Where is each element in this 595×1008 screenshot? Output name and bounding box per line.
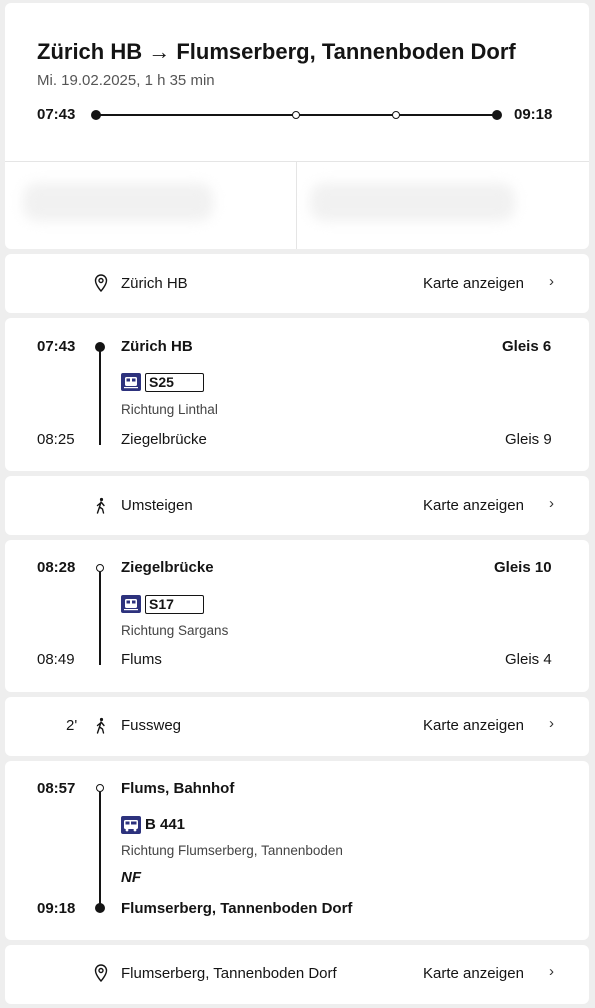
line-label: S25 [145,373,204,392]
transfer-map-link[interactable]: Karte anzeigen [423,497,524,514]
train-icon [121,373,141,391]
timeline-stop-dot [392,111,400,119]
leg-start-dot [96,564,104,572]
start-map-link[interactable]: Karte anzeigen [423,275,524,292]
leg-departure-stop: Zürich HB [121,338,193,355]
start-location-name: Zürich HB [121,275,188,292]
end-location-name: Flumserberg, Tannenboden Dorf [121,965,337,982]
leg-note: NF [121,869,141,886]
journey-arrival-time: 09:18 [514,106,553,123]
leg-departure-time: 08:28 [37,559,76,576]
line-label: B 441 [145,816,186,833]
end-map-link[interactable]: Karte anzeigen [423,965,524,982]
timeline-end-dot [492,110,502,120]
leg-line [99,572,101,665]
location-pin-icon [94,274,108,297]
leg-departure-time: 08:57 [37,780,76,797]
leg-direction: Richtung Flumserberg, Tannenboden [121,843,343,858]
leg-departure-platform: Gleis 10 [494,559,552,576]
blurred-action-left[interactable] [23,183,213,221]
journey-date-duration: Mi. 19.02.2025, 1 h 35 min [37,72,215,89]
walk-label: Fussweg [121,717,182,734]
journey-title: Zürich HB → Flumserberg, Tannenboden Dor… [37,39,516,64]
transfer-card[interactable]: Umsteigen Karte anzeigen › [5,476,589,535]
leg-arrival-platform: Gleis 4 [505,651,552,668]
leg-end-dot [95,903,105,913]
leg-departure-platform: Gleis 6 [502,338,552,355]
leg-card-2[interactable]: 08:28 Ziegelbrücke Gleis 10 S17 Richtung… [5,540,589,692]
walking-icon [94,717,108,740]
chevron-right-icon: › [549,715,554,732]
leg-direction: Richtung Linthal [121,402,218,417]
chevron-right-icon: › [549,273,554,290]
start-location-card[interactable]: Zürich HB Karte anzeigen › [5,254,589,313]
divider [5,161,589,162]
bus-icon [121,816,141,834]
chevron-right-icon: › [549,495,554,512]
timeline-stop-dot [292,111,300,119]
leg-arrival-stop: Flumserberg, Tannenboden Dorf [121,900,353,917]
timeline-start-dot [91,110,101,120]
leg-card-1[interactable]: 07:43 Zürich HB Gleis 6 S25 Richtung Lin… [5,318,589,471]
leg-departure-stop: Ziegelbrücke [121,559,214,576]
leg-start-dot [96,784,104,792]
leg-arrival-time: 09:18 [37,900,76,917]
walk-map-link[interactable]: Karte anzeigen [423,717,524,734]
leg-line [99,347,101,445]
leg-line [99,792,101,908]
walk-card[interactable]: 2' Fussweg Karte anzeigen › [5,697,589,756]
leg-direction: Richtung Sargans [121,623,229,638]
leg-arrival-time: 08:49 [37,651,75,668]
end-location-card[interactable]: Flumserberg, Tannenboden Dorf Karte anze… [5,945,589,1004]
leg-arrival-stop: Flums [121,651,162,668]
walk-duration: 2' [66,717,78,734]
blurred-action-right[interactable] [310,183,515,221]
transfer-label: Umsteigen [121,497,193,514]
leg-departure-stop: Flums, Bahnhof [121,780,235,797]
journey-summary-card: Zürich HB → Flumserberg, Tannenboden Dor… [5,3,589,249]
train-icon [121,595,141,613]
divider [296,161,297,249]
leg-arrival-stop: Ziegelbrücke [121,431,207,448]
line-label: S17 [145,595,204,614]
leg-card-3[interactable]: 08:57 Flums, Bahnhof B 441 Richtung Flum… [5,761,589,940]
chevron-right-icon: › [549,963,554,980]
journey-departure-time: 07:43 [37,106,76,123]
leg-departure-time: 07:43 [37,338,76,355]
walking-icon [94,497,108,520]
location-pin-icon [94,964,108,987]
leg-arrival-time: 08:25 [37,431,75,448]
leg-arrival-platform: Gleis 9 [505,431,552,448]
